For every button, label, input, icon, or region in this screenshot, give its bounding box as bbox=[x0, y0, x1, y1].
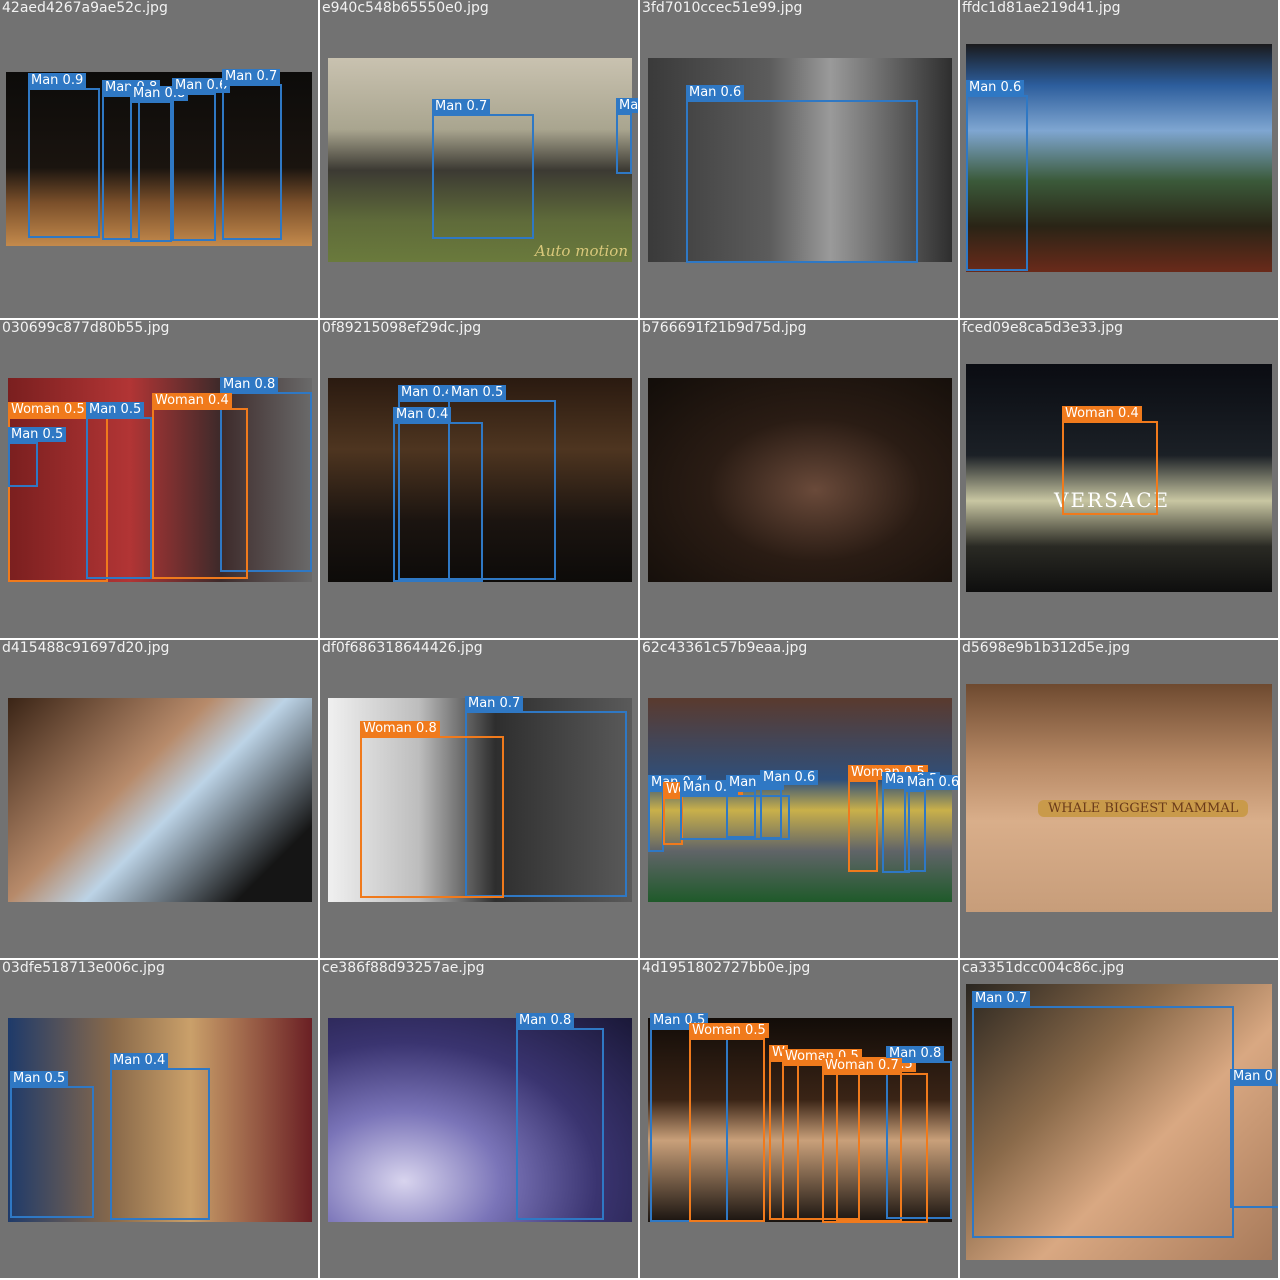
detection-box-man: Man 0.4 bbox=[648, 775, 707, 852]
detection-label: Man 0.6 bbox=[904, 775, 958, 790]
image-filename: 4d1951802727bb0e.jpg bbox=[642, 960, 811, 976]
detection-label: Woman 0.4 bbox=[1062, 406, 1142, 421]
detection-box-man: Ma bbox=[616, 98, 638, 174]
image-tile[interactable]: d5698e9b1b312d5e.jpg WHALE BIGGEST MAMMAL bbox=[960, 640, 1278, 958]
detection-label: Man 0.6 bbox=[686, 85, 745, 100]
image-filename: fced09e8ca5d3e33.jpg bbox=[962, 320, 1123, 336]
image-filename: e940c548b65550e0.jpg bbox=[322, 0, 489, 16]
image-filename: d415488c91697d20.jpg bbox=[2, 640, 170, 656]
image-tile[interactable]: ffdc1d81ae219d41.jpg Man 0.6 bbox=[960, 0, 1278, 318]
detection-box-man: Man 0.6 bbox=[172, 78, 231, 241]
detection-label: Woman 0.8 bbox=[360, 721, 440, 736]
image-filename: 62c43361c57b9eaa.jpg bbox=[642, 640, 808, 656]
detection-box-man: Man 0.4 bbox=[110, 1053, 210, 1220]
detection-label: Man 0.6 bbox=[760, 770, 819, 785]
detection-label: Woman 0.5 bbox=[689, 1023, 769, 1038]
detection-box-man: Man 0.5 bbox=[86, 402, 152, 579]
image-filename: 030699c877d80b55.jpg bbox=[2, 320, 170, 336]
image-tile[interactable]: df0f686318644426.jpg Man 0.7 Woman 0.8 bbox=[320, 640, 638, 958]
detection-label: Woman 0.4 bbox=[152, 393, 232, 408]
photo-thumbnail bbox=[8, 698, 312, 902]
detection-box-woman: Woman 0.8 bbox=[360, 721, 504, 898]
image-filename: 3fd7010ccec51e99.jpg bbox=[642, 0, 803, 16]
detection-label: Man 0.5 bbox=[86, 402, 145, 417]
image-tile[interactable]: d415488c91697d20.jpg bbox=[0, 640, 318, 958]
detection-box-man: Man 0.8 bbox=[516, 1013, 604, 1220]
photo-thumbnail: WHALE BIGGEST MAMMAL bbox=[966, 684, 1272, 912]
detection-box-man: Man 0.7 bbox=[222, 69, 282, 240]
detection-box-man: Man 0.6 bbox=[966, 80, 1028, 271]
detection-label: Man 0.5 bbox=[8, 427, 67, 442]
image-filename: ce386f88d93257ae.jpg bbox=[322, 960, 485, 976]
image-tile[interactable]: ce386f88d93257ae.jpg Man 0.8 bbox=[320, 960, 638, 1278]
detection-label: Man 0.4 bbox=[393, 407, 452, 422]
image-filename: ffdc1d81ae219d41.jpg bbox=[962, 0, 1121, 16]
detection-box-man: Man 0.4 bbox=[393, 407, 483, 582]
detection-label: Man 0.7 bbox=[972, 991, 1031, 1006]
image-tile[interactable]: 4d1951802727bb0e.jpg Man 0.5 Woman 0.5 W Wom… bbox=[640, 960, 958, 1278]
detection-box-man: Man 0.7 bbox=[432, 99, 534, 239]
image-tile[interactable]: 42aed4267a9ae52c.jpgMan 0.9Man 0.8Man 0.… bbox=[0, 0, 318, 318]
detection-label: Man 0.9 bbox=[28, 73, 87, 88]
detection-box-man: Man 0.7 bbox=[972, 991, 1234, 1238]
image-filename: b766691f21b9d75d.jpg bbox=[642, 320, 807, 336]
image-filename: d5698e9b1b312d5e.jpg bbox=[962, 640, 1130, 656]
detection-label: Man 0.6 bbox=[966, 80, 1025, 95]
detection-box-woman: Woman 0.4 bbox=[1062, 406, 1158, 515]
detection-label: Man 0.8 bbox=[220, 377, 279, 392]
image-tile[interactable]: b766691f21b9d75d.jpg bbox=[640, 320, 958, 638]
detection-box-man: Man 0.8 bbox=[130, 86, 189, 242]
detection-box-man: Man 0.9 bbox=[28, 73, 100, 238]
detection-label: Man 0.8 bbox=[516, 1013, 575, 1028]
photo-text: Auto motion bbox=[534, 242, 628, 260]
photo-text: WHALE BIGGEST MAMMAL bbox=[1038, 800, 1249, 817]
image-tile[interactable]: 3fd7010ccec51e99.jpg Man 0.6 bbox=[640, 0, 958, 318]
detection-label: Man 0.7 bbox=[222, 69, 281, 84]
image-filename: 03dfe518713e006c.jpg bbox=[2, 960, 165, 976]
image-filename: ca3351dcc004c86c.jpg bbox=[962, 960, 1125, 976]
image-filename: 42aed4267a9ae52c.jpg bbox=[2, 0, 168, 16]
detection-label: Man 0.7 bbox=[432, 99, 491, 114]
image-tile[interactable]: e940c548b65550e0.jpg Auto motion Man 0.7 Ma bbox=[320, 0, 638, 318]
image-tile[interactable]: fced09e8ca5d3e33.jpg VERSACE Woman 0.4 bbox=[960, 320, 1278, 638]
detection-label: Man 0.7 bbox=[465, 696, 524, 711]
image-tile[interactable]: ca3351dcc004c86c.jpg Man 0.7 Man 0 bbox=[960, 960, 1278, 1278]
detection-box-woman: Woman 0.4 bbox=[152, 393, 248, 579]
detection-label: Man 0.5 bbox=[10, 1071, 69, 1086]
detection-box-man: Man 0.6 bbox=[904, 775, 958, 872]
detection-box-man: Man 0.6 bbox=[760, 770, 819, 839]
detection-box-man: Man 0.5 bbox=[726, 775, 785, 838]
detection-label: Man 0.5 bbox=[448, 385, 507, 400]
detection-box-woman: Woman 0.5 bbox=[848, 765, 928, 872]
detection-results-grid: 42aed4267a9ae52c.jpgMan 0.9Man 0.8Man 0.… bbox=[0, 0, 1280, 1280]
image-tile[interactable]: 030699c877d80b55.jpg Man 0.8 Woman 0.5 Man … bbox=[0, 320, 318, 638]
photo-thumbnail bbox=[648, 378, 952, 582]
detection-label: Man 0 bbox=[1230, 1069, 1276, 1084]
image-tile[interactable]: 03dfe518713e006c.jpg Man 0.4 Man 0.5 bbox=[0, 960, 318, 1278]
detection-box-woman: Woman 0.5 bbox=[689, 1023, 769, 1222]
image-tile[interactable]: 62c43361c57b9eaa.jpgMan 0.4Woman 0.4Man … bbox=[640, 640, 958, 958]
detection-box-man: Man 0 bbox=[1230, 1069, 1278, 1208]
detection-label: Man 0.4 bbox=[110, 1053, 169, 1068]
detection-box-man: Man 0.6 bbox=[686, 85, 918, 263]
detection-box-man: Man 0.5 bbox=[10, 1071, 94, 1218]
detection-box-man: Man 0.5 bbox=[8, 427, 67, 487]
image-tile[interactable]: 0f89215098ef29dc.jpg Man 0.4 Man 0.5 Man 0.… bbox=[320, 320, 638, 638]
image-filename: df0f686318644426.jpg bbox=[322, 640, 483, 656]
detection-box-woman: Woman 0.7 bbox=[822, 1058, 928, 1223]
detection-label: Woman 0.7 bbox=[822, 1058, 902, 1073]
detection-label: Ma bbox=[616, 98, 638, 113]
detection-label: Woman 0.5 bbox=[8, 402, 88, 417]
image-filename: 0f89215098ef29dc.jpg bbox=[322, 320, 482, 336]
